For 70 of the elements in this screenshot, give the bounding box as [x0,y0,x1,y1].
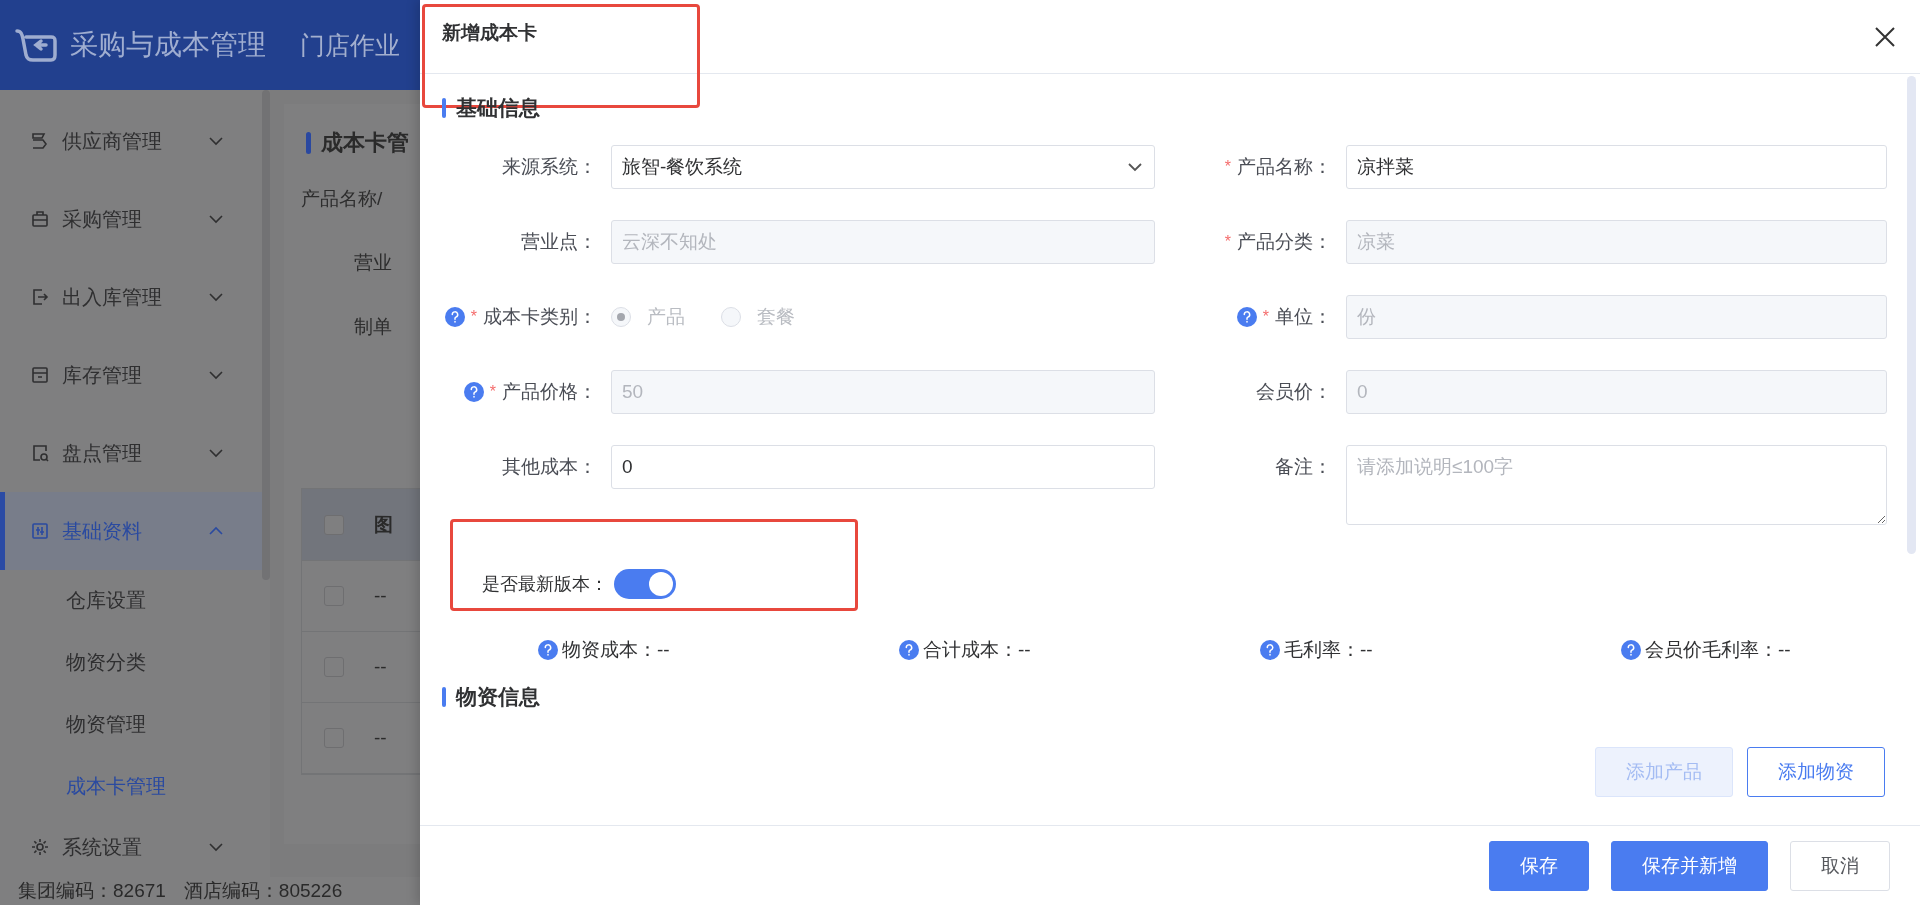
field-label: 是否最新版本： [482,573,608,596]
required-mark: * [1224,158,1231,176]
field-label: 成本卡类别： [483,305,597,329]
drawer-icon [30,365,50,385]
field-label: 营业点： [521,230,597,254]
table-cell: -- [374,727,387,749]
add-button[interactable]: 添加物资 [1747,747,1885,797]
sidebar-item[interactable]: 供应商管理 [0,102,262,180]
stat-text: 毛利率：-- [1284,638,1373,662]
field-label: 备注： [1275,455,1332,479]
filter-label: 营业 [354,251,393,275]
logo-icon [14,27,58,63]
field-label: 单位： [1275,305,1332,329]
toggle-switch[interactable] [614,569,676,599]
remarks-field[interactable]: 请添加说明≤100字 [1346,445,1887,525]
filter-label: 制单 [354,315,393,339]
group-code: 集团编码：82671 [18,879,166,903]
page-title: 成本卡管 [306,128,420,158]
stat-text: 合计成本：-- [923,638,1031,662]
bag-icon [30,209,50,229]
settings-icon [30,837,50,857]
sidebar-subitem[interactable]: 成本卡管理 [0,755,270,817]
sidebar-subitem[interactable]: 仓库设置 [0,570,270,632]
hotel-code: 酒店编码：805226 [183,879,343,903]
export-icon [30,287,50,307]
help-icon[interactable] [1260,640,1280,660]
filter-label: 产品名称/ [301,187,384,211]
field-label: 来源系统： [502,155,597,179]
sidebar-item[interactable]: 库存管理 [0,336,262,414]
search-document-icon [30,443,50,463]
drawer-title: 新增成本卡 [442,20,537,45]
required-mark: * [1224,233,1231,251]
sidebar-item[interactable]: 出入库管理 [0,258,262,336]
field-label: 产品价格： [502,380,597,404]
sidebar-subitem[interactable]: 物资分类 [0,631,270,694]
help-icon[interactable] [538,640,558,660]
table-cell: -- [374,585,387,607]
field-label: 产品分类： [1237,230,1332,254]
stat-text: 物资成本：-- [562,638,670,662]
scrollbar[interactable] [262,90,270,580]
footer-button[interactable]: 取消 [1790,840,1890,891]
source-system-select[interactable]: 旅智-餐饮系统 [611,145,1155,189]
scrollbar[interactable] [1907,76,1916,554]
footer-button[interactable]: 保存 [1489,840,1589,891]
sidebar-item[interactable]: 采购管理 [0,180,262,258]
radio-label: 套餐 [757,305,795,329]
column-header: 图 [374,512,393,537]
sidebar-item[interactable]: 盘点管理 [0,414,262,492]
field-label: 产品名称： [1237,155,1332,179]
required-mark: * [1262,308,1269,326]
sidebar-subitem[interactable]: 物资管理 [0,693,270,756]
input-field[interactable]: 凉拌菜 [1346,145,1887,189]
field-label: 会员价： [1256,380,1332,404]
field-label: 其他成本： [502,455,597,479]
required-mark: * [489,383,496,401]
stack-icon [30,131,50,151]
help-icon[interactable] [899,640,919,660]
nav-tab[interactable]: 门店作业 [300,28,400,62]
required-mark: * [470,308,477,326]
footer-button[interactable]: 保存并新增 [1611,840,1768,891]
radio-label: 产品 [647,305,685,329]
table-cell: -- [374,656,387,678]
sidebar-item[interactable]: 基础资料 [0,492,262,570]
section-title: 物资信息 [442,681,1885,713]
app-title: 采购与成本管理 [70,28,266,62]
stat-text: 会员价毛利率：-- [1645,638,1791,662]
sliders-icon [30,521,50,541]
help-icon[interactable] [1621,640,1641,660]
input-field[interactable]: 0 [611,445,1155,489]
sidebar-item[interactable]: 系统设置 [0,817,262,877]
